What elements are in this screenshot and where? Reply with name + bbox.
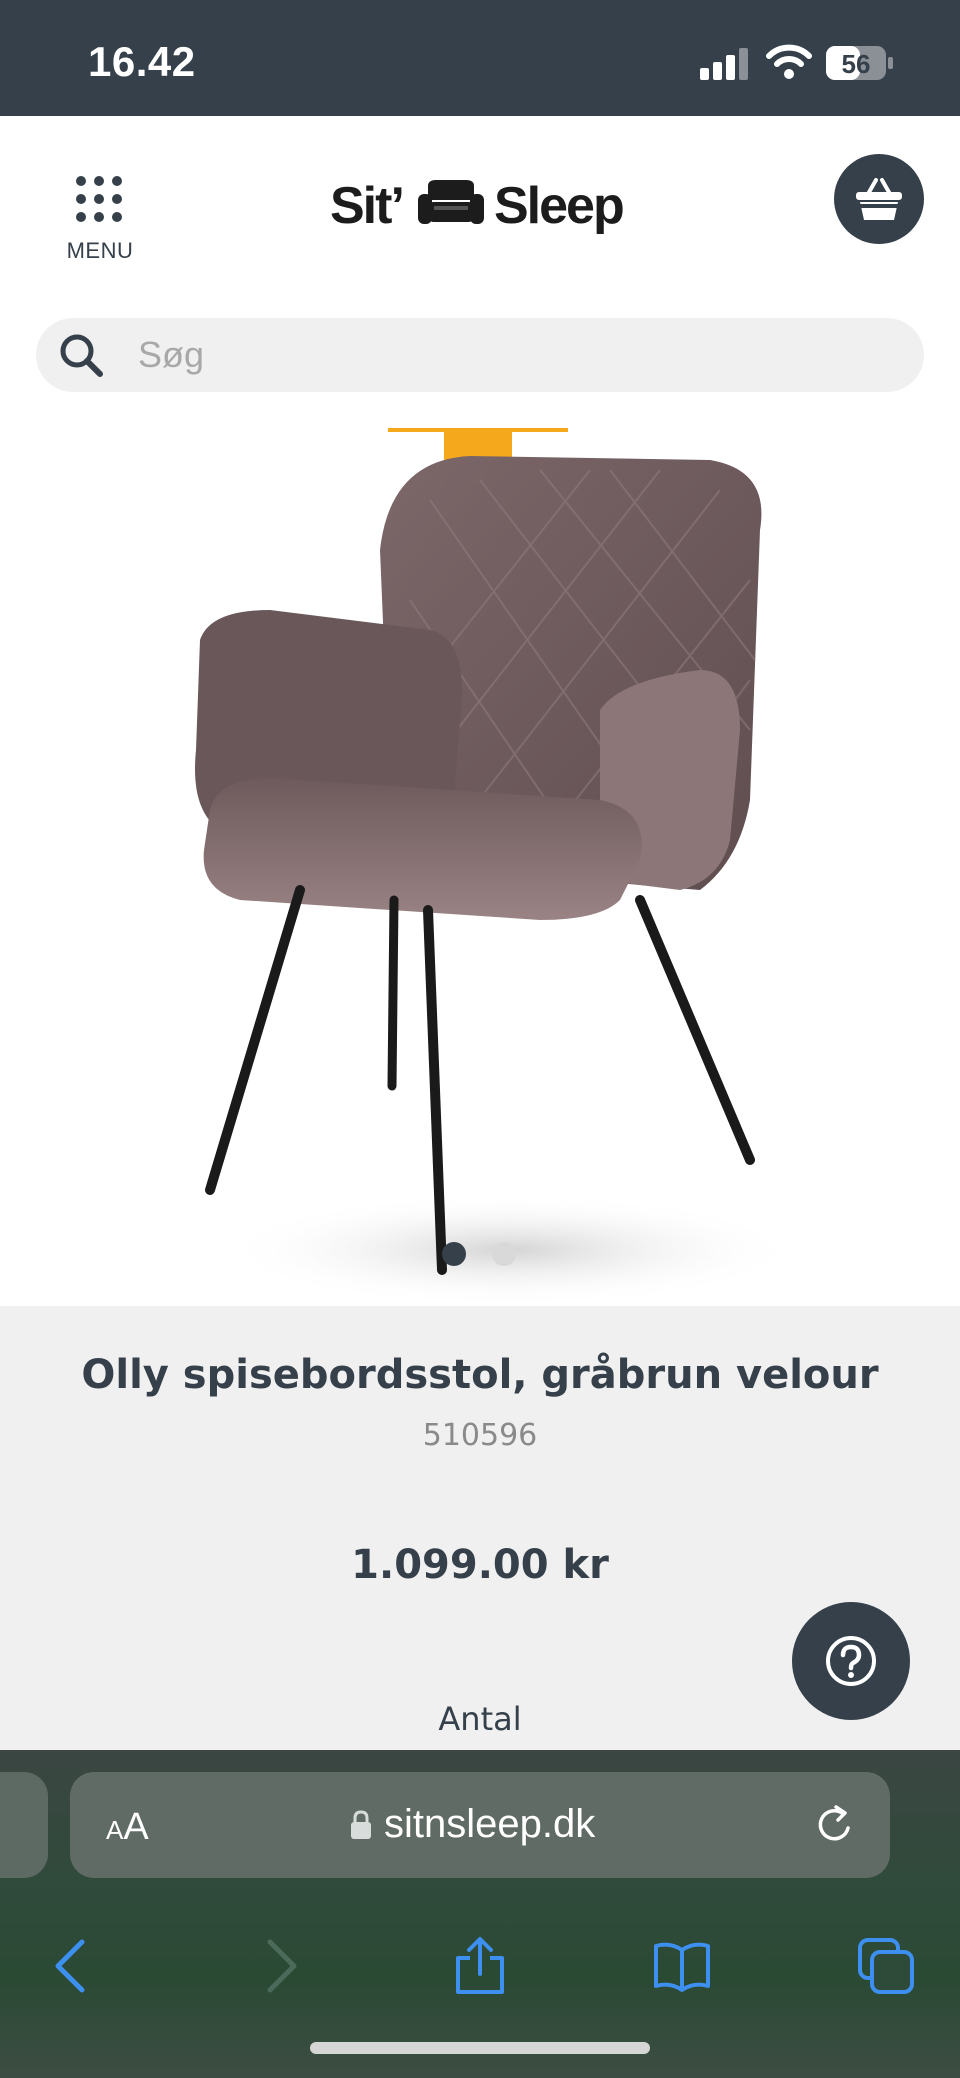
question-mark-icon [826,1636,876,1686]
sofa-logo-icon [418,180,484,224]
site-logo[interactable]: Sit’ Sleep [330,160,630,240]
carousel-dot-1[interactable] [442,1242,466,1266]
address-bar[interactable]: AA sitnsleep.dk [70,1772,890,1878]
forward-arrow-icon[interactable] [250,1936,310,1996]
logo-word-sleep: Sleep [494,177,625,235]
basket-button[interactable] [834,154,924,244]
product-image-gallery[interactable] [0,410,960,1306]
cellular-signal-icon [700,48,748,80]
search-icon [60,334,103,377]
reload-icon[interactable] [814,1804,856,1846]
text-size-small: A [106,1815,124,1845]
home-indicator [310,2042,650,2054]
menu-label: MENU [66,238,134,263]
text-size-button[interactable]: AA [106,1806,149,1849]
status-bar: 16.42 56 [0,0,960,116]
menu-button[interactable]: MENU [62,176,138,268]
text-size-big: A [123,1806,149,1848]
battery-level: 56 [842,49,871,79]
carousel-dot-2[interactable] [492,1242,516,1266]
previous-tab-preview[interactable] [0,1772,48,1878]
product-photo [195,456,800,1306]
site-header: MENU Sit’ Sleep [0,116,960,306]
lock-icon [351,1810,371,1839]
search-bar[interactable] [36,318,924,392]
logo-word-sit: Sit’ [330,177,405,235]
status-time: 16.42 [88,38,196,85]
basket-icon [856,178,902,220]
battery-icon: 56 [826,46,893,80]
back-arrow-icon[interactable] [42,1936,102,1996]
share-icon[interactable] [450,1936,510,1996]
product-price: 1.099.00 kr [351,1542,609,1588]
url-text: sitnsleep.dk [384,1802,596,1846]
help-button[interactable] [792,1602,910,1720]
product-info: Olly spisebordsstol, gråbrun velour 5105… [0,1306,960,1750]
browser-chrome: AA sitnsleep.dk [0,1750,960,2078]
carousel-dots [440,1242,520,1268]
wifi-icon [766,44,812,79]
product-title: Olly spisebordsstol, gråbrun velour [81,1352,879,1398]
grid-menu-icon [76,176,122,222]
tabs-icon[interactable] [856,1936,916,1996]
search-input[interactable] [138,328,898,382]
product-sku: 510596 [422,1418,538,1453]
bookmarks-book-icon[interactable] [652,1936,712,1996]
